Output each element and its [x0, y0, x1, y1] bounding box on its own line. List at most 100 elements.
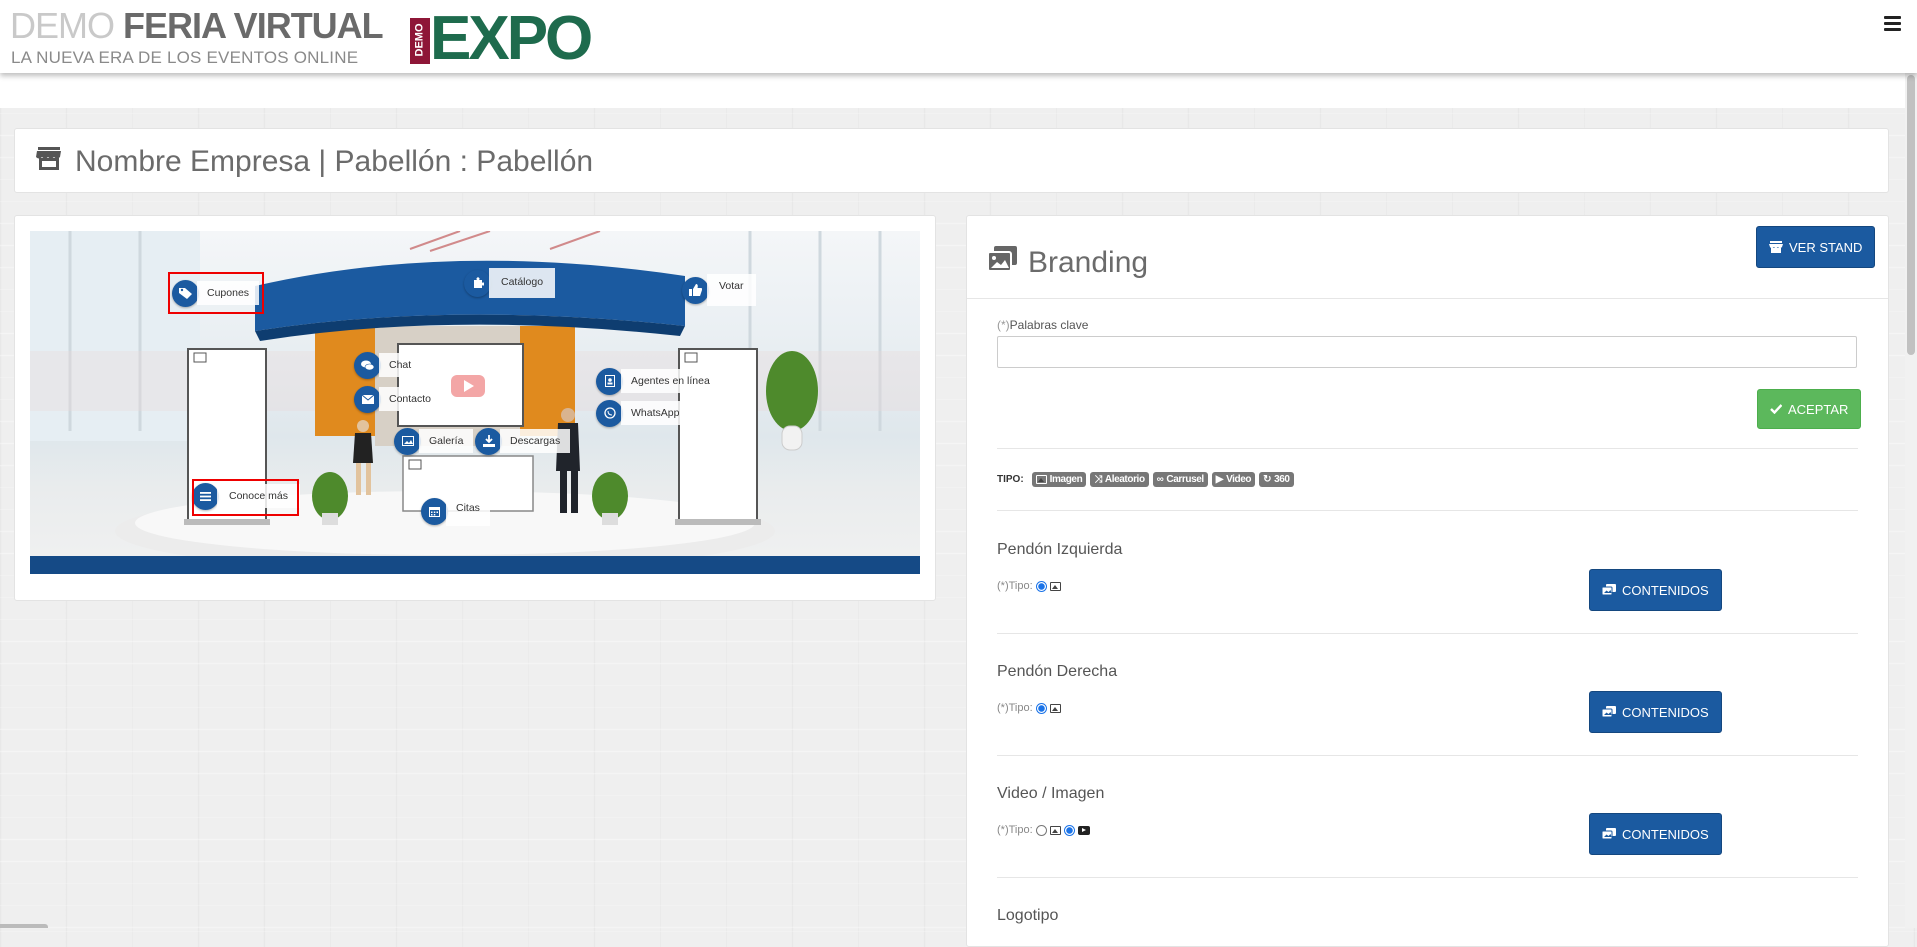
- hotspot-descargas[interactable]: Descargas: [475, 427, 571, 455]
- pendon-izquierda-tipo: (*)Tipo:: [997, 580, 1061, 592]
- hotspot-citas[interactable]: Citas: [421, 496, 490, 526]
- images-icon: [987, 246, 1017, 272]
- hotspot-chat[interactable]: Chat: [354, 351, 422, 379]
- contenidos-label: CONTENIDOS: [1622, 582, 1709, 598]
- radio-video[interactable]: [1063, 824, 1075, 836]
- brand-tagline: LA NUEVA ERA DE LOS EVENTOS ONLINE: [11, 48, 359, 67]
- keywords-label-text: Palabras clave: [1009, 318, 1089, 332]
- youtube-icon: [1077, 825, 1090, 835]
- divider: [997, 755, 1858, 756]
- hotspot-chat-label: Chat: [379, 353, 422, 377]
- youtube-icon: ▶: [1215, 474, 1224, 485]
- badge-360-text: 360: [1274, 474, 1290, 485]
- highlight-cupones: [168, 272, 264, 314]
- badge-video-text: Video: [1226, 474, 1252, 485]
- calendar-icon: [421, 497, 448, 525]
- brand-demo-text: DEMO: [10, 5, 124, 46]
- hotspot-contacto-label: Contacto: [379, 387, 442, 411]
- divider: [997, 510, 1858, 511]
- hotspot-whatsapp-label: WhatsApp: [621, 401, 690, 425]
- infinity-icon: ∞: [1156, 474, 1164, 485]
- thumbs-up-icon: [682, 276, 709, 304]
- required-mark: (*): [997, 318, 1010, 332]
- ver-stand-label: VER STAND: [1789, 239, 1863, 255]
- hamburger-icon[interactable]: [1884, 16, 1901, 34]
- hotspot-catalogo-label: Catálogo: [489, 268, 556, 298]
- contenidos-label: CONTENIDOS: [1622, 704, 1709, 720]
- badge-imagen-text: Imagen: [1049, 474, 1083, 485]
- hotspot-galeria[interactable]: Galería: [394, 427, 474, 455]
- contenidos-label: CONTENIDOS: [1622, 826, 1709, 842]
- hotspot-agentes-label: Agentes en línea: [621, 369, 720, 393]
- tipo-label: (*)Tipo:: [997, 702, 1033, 714]
- image-icon: [1035, 475, 1047, 484]
- hotspot-whatsapp[interactable]: WhatsApp: [596, 399, 690, 427]
- tipo-legend-label: TIPO:: [997, 474, 1024, 485]
- refresh-icon: ↻: [1263, 474, 1272, 485]
- image-icon: [1049, 581, 1061, 591]
- section-pendon-izquierda-title: Pendón Izquierda: [997, 541, 1123, 558]
- keywords-input[interactable]: [997, 336, 1857, 368]
- hotspot-galeria-label: Galería: [419, 429, 474, 453]
- store-icon: [36, 147, 61, 170]
- section-video-imagen-title: Video / Imagen: [997, 785, 1105, 802]
- contenidos-button-izquierda[interactable]: CONTENIDOS: [1589, 569, 1722, 611]
- badge-video: ▶ Video: [1211, 472, 1256, 487]
- check-icon: [1770, 404, 1782, 414]
- badge-aleatorio-text: Aleatorio: [1104, 474, 1145, 485]
- radio-imagen[interactable]: [1035, 824, 1047, 836]
- contenidos-button-derecha[interactable]: CONTENIDOS: [1589, 691, 1722, 733]
- top-navbar: DEMO FERIA VIRTUAL LA NUEVA ERA DE LOS E…: [0, 0, 1917, 73]
- hotspot-contacto[interactable]: Contacto: [354, 385, 442, 413]
- contenidos-button-video[interactable]: CONTENIDOS: [1589, 813, 1722, 855]
- video-imagen-tipo: (*)Tipo:: [997, 824, 1090, 836]
- branding-card: Branding VER STAND (*)Palabras clave ACE…: [966, 215, 1889, 947]
- radio-imagen[interactable]: [1035, 702, 1047, 714]
- sub-header-bar: [0, 73, 1905, 108]
- hotspot-descargas-label: Descargas: [500, 429, 571, 453]
- section-pendon-derecha-title: Pendón Derecha: [997, 663, 1118, 680]
- expo-logo-tag: DEMO: [410, 18, 430, 64]
- stand-floor-strip: [30, 556, 920, 574]
- stand-scene: Cupones Catálogo Votar Chat Contacto Age…: [30, 231, 920, 574]
- hotspot-votar[interactable]: Votar: [682, 274, 756, 306]
- badge-carrusel: ∞ Carrusel: [1152, 472, 1208, 487]
- whatsapp-icon: [596, 399, 623, 427]
- image-icon: [1049, 825, 1061, 835]
- hotspot-catalogo[interactable]: Catálogo: [464, 268, 556, 298]
- chat-icon: [354, 351, 381, 379]
- radio-imagen[interactable]: [1035, 580, 1047, 592]
- hotspot-citas-label: Citas: [446, 496, 490, 526]
- divider: [997, 877, 1858, 878]
- image-icon: [1049, 703, 1061, 713]
- divider: [997, 448, 1858, 449]
- page-scrollbar[interactable]: [1905, 73, 1917, 928]
- images-icon: [1602, 828, 1616, 840]
- puzzle-icon: [464, 269, 491, 297]
- expo-logo-text: EXPO: [430, 4, 593, 73]
- badge-aleatorio: ⤨ Aleatorio: [1090, 472, 1149, 487]
- page-title: Nombre Empresa | Pabellón : Pabellón: [75, 145, 594, 178]
- hotspot-agentes[interactable]: Agentes en línea: [596, 367, 720, 395]
- store-icon: [1769, 241, 1783, 253]
- hotspot-votar-label: Votar: [707, 274, 756, 306]
- divider: [997, 633, 1858, 634]
- id-card-icon: [596, 367, 623, 395]
- brand-title[interactable]: DEMO FERIA VIRTUAL: [10, 5, 384, 46]
- highlight-conoce-mas: [192, 479, 299, 516]
- keywords-label: (*)Palabras clave: [997, 318, 1088, 332]
- badge-imagen: Imagen: [1031, 472, 1087, 487]
- stand-preview-card: Cupones Catálogo Votar Chat Contacto Age…: [14, 215, 936, 601]
- tipo-legend: TIPO: Imagen ⤨ Aleatorio ∞ Carrusel ▶ Video…: [997, 472, 1294, 487]
- shuffle-icon: ⤨: [1094, 474, 1102, 485]
- tipo-label: (*)Tipo:: [997, 824, 1033, 836]
- brand-name-text: FERIA VIRTUAL: [123, 5, 384, 46]
- tipo-label: (*)Tipo:: [997, 580, 1033, 592]
- download-icon: [475, 427, 502, 455]
- expo-logo-tag-text: DEMO: [413, 23, 426, 57]
- scrollbar-thumb[interactable]: [1907, 75, 1915, 355]
- section-logotipo-title: Logotipo: [997, 907, 1059, 924]
- aceptar-button[interactable]: ACEPTAR: [1757, 389, 1862, 429]
- image-icon: [394, 427, 421, 455]
- ver-stand-button[interactable]: VER STAND: [1756, 226, 1876, 268]
